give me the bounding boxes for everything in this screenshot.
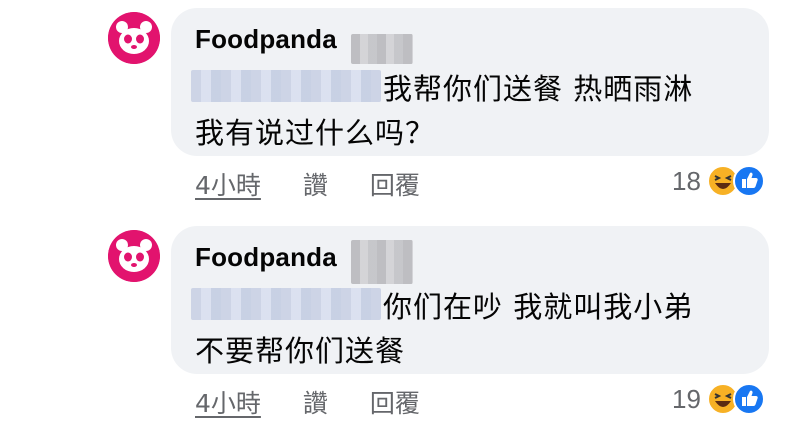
like-icon [732,383,765,415]
foodpanda-logo-icon [108,230,160,282]
comment-bubble: Foodpanda 你们在吵 我就叫我小弟 不要帮你们送餐 [171,226,769,374]
avatar[interactable] [108,12,160,64]
redacted-name [351,240,413,284]
comment-text-line-1: 你们在吵 我就叫我小弟 [383,290,694,324]
comment-text-line-2: 我有说过什么吗？ [195,116,436,150]
like-button[interactable]: 讚 [303,389,328,418]
comment-timestamp[interactable]: 4小時 [195,171,261,200]
foodpanda-logo-icon [108,12,160,64]
redacted-mention [191,70,381,102]
reply-button[interactable]: 回覆 [370,389,420,418]
comment-bubble: Foodpanda 我帮你们送餐 热晒雨淋 我有说过什么吗？ [171,8,769,156]
reply-button[interactable]: 回覆 [370,171,420,200]
avatar[interactable] [108,230,160,282]
comment-author[interactable]: Foodpanda [195,24,337,55]
redacted-mention [191,288,381,320]
comment-actions: 4小時 讚 回覆 [195,384,454,420]
comment-actions: 4小時 讚 回覆 [195,166,454,202]
comment-timestamp[interactable]: 4小時 [195,389,261,418]
reaction-count: 19 [672,383,701,414]
comment-text-line-1: 我帮你们送餐 热晒雨淋 [383,72,694,106]
comment-text-line-2: 不要帮你们送餐 [195,334,406,368]
comment-author[interactable]: Foodpanda [195,242,337,273]
reaction-count: 18 [672,165,701,196]
like-button[interactable]: 讚 [303,171,328,200]
redacted-name [351,34,413,64]
reaction-summary[interactable]: 19 [672,381,765,417]
reaction-summary[interactable]: 18 [672,163,765,199]
like-icon [732,165,765,197]
